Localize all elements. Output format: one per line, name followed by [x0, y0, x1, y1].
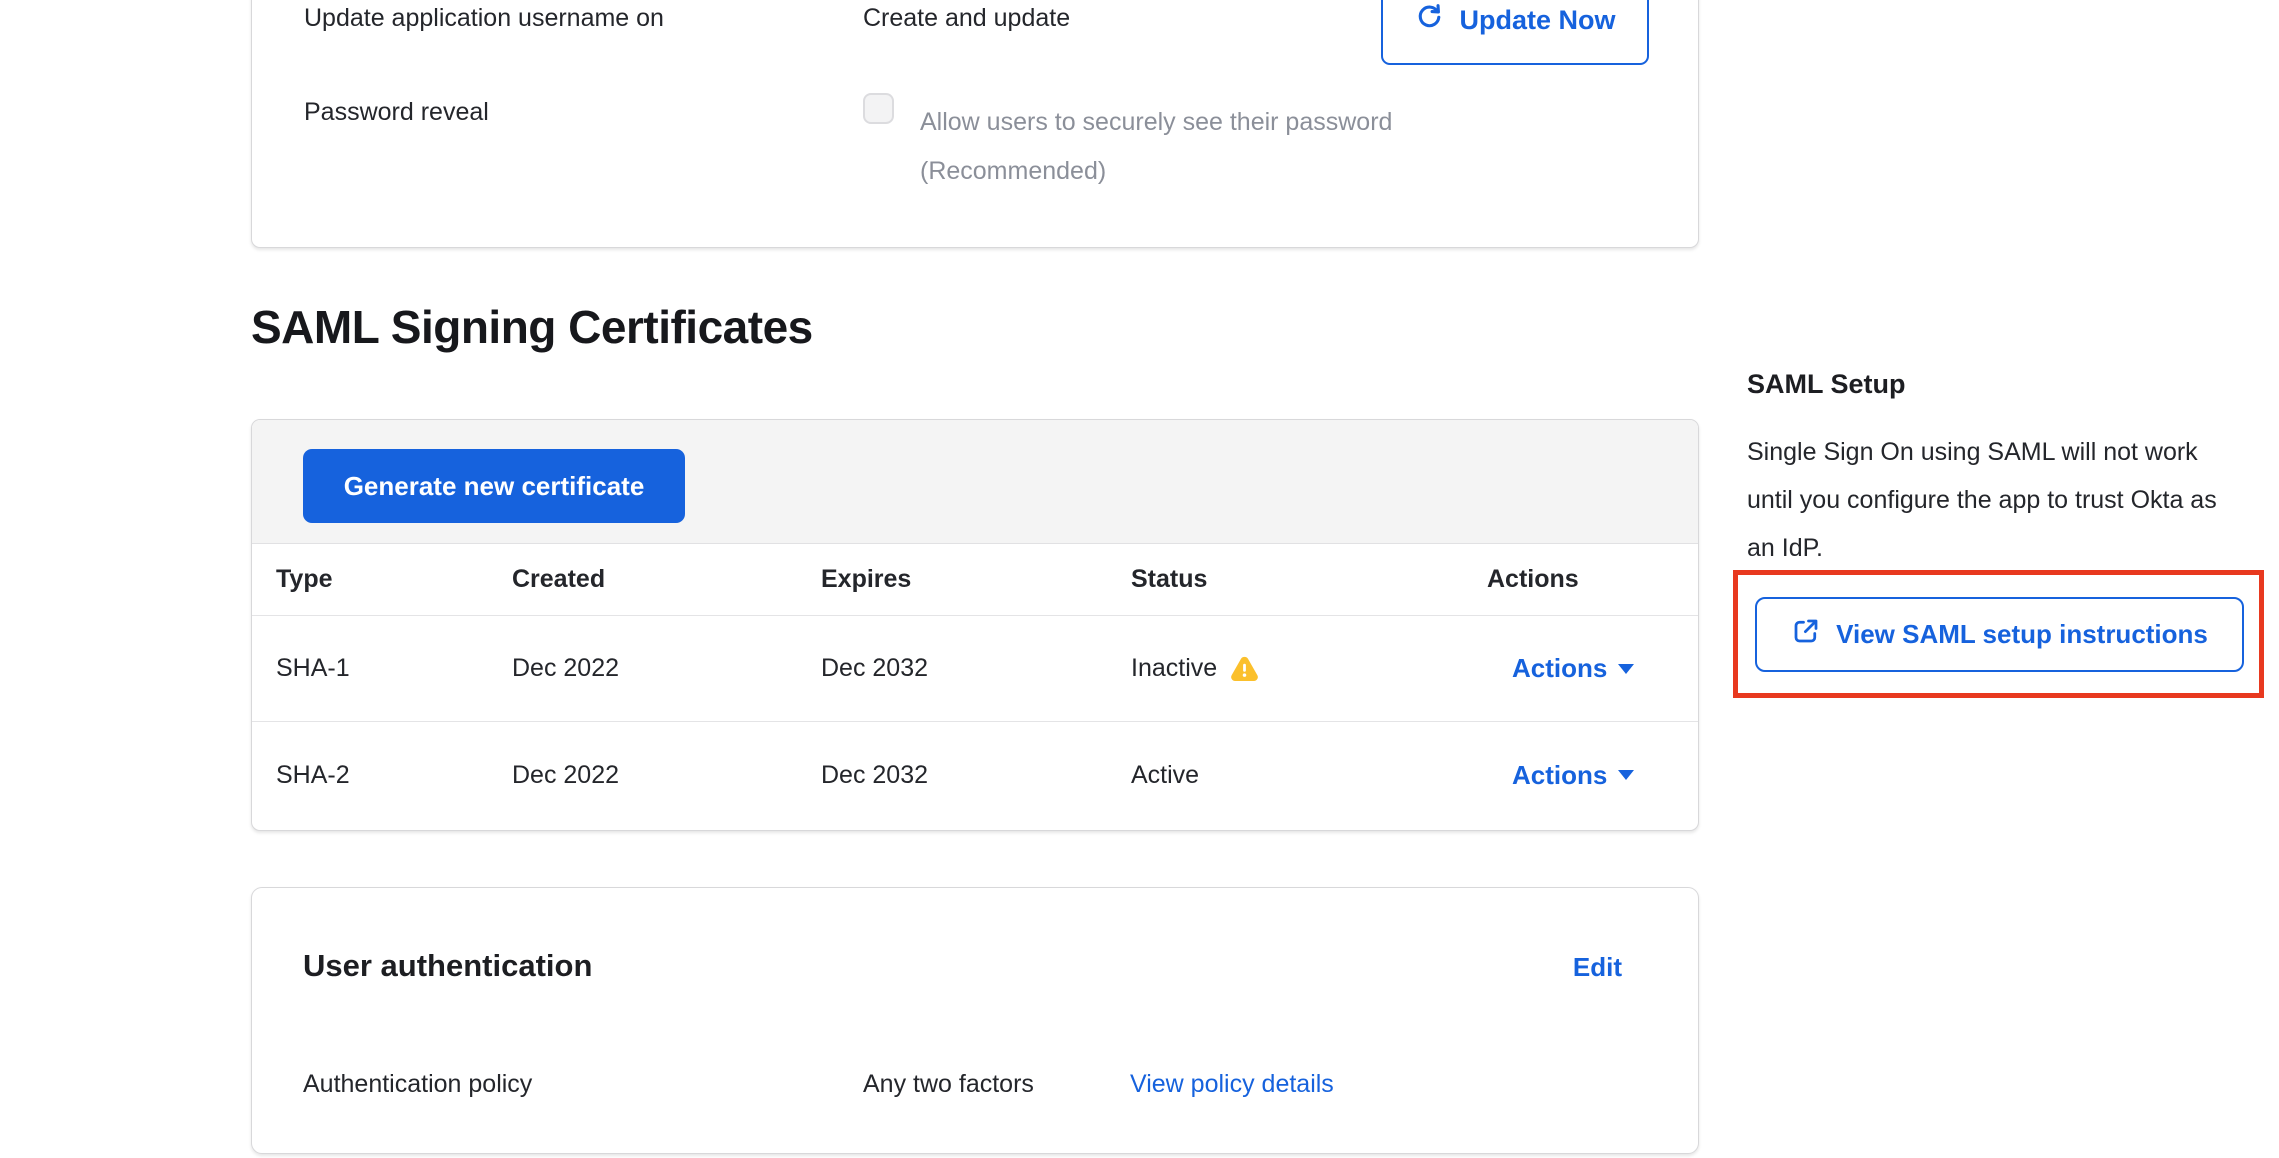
- certificate-row-sha1: SHA-1 Dec 2022 Dec 2032 Inactive Actions: [252, 616, 1698, 722]
- cert-type: SHA-2: [252, 761, 488, 790]
- actions-label: Actions: [1512, 653, 1607, 684]
- username-update-value: Create and update: [863, 4, 1070, 33]
- user-authentication-card: User authentication Edit Authentication …: [251, 887, 1699, 1154]
- user-authentication-heading: User authentication: [303, 948, 592, 984]
- certificates-panel: Generate new certificate Type Created Ex…: [251, 419, 1699, 831]
- actions-label: Actions: [1512, 760, 1607, 791]
- cert-status: Active: [1131, 761, 1199, 790]
- actions-dropdown[interactable]: Actions: [1512, 760, 1634, 791]
- saml-setup-heading: SAML Setup: [1747, 369, 1906, 400]
- password-reveal-checkbox[interactable]: [863, 93, 894, 124]
- external-link-icon: [1791, 616, 1821, 653]
- edit-link[interactable]: Edit: [1573, 952, 1622, 983]
- generate-new-certificate-button[interactable]: Generate new certificate: [303, 449, 685, 523]
- username-update-label: Update application username on: [304, 4, 664, 33]
- authentication-policy-label: Authentication policy: [303, 1070, 532, 1099]
- certificates-toolbar: Generate new certificate: [252, 420, 1698, 544]
- cert-created: Dec 2022: [488, 761, 797, 790]
- view-policy-details-link[interactable]: View policy details: [1130, 1070, 1334, 1099]
- column-header-type: Type: [252, 565, 488, 594]
- authentication-policy-value: Any two factors: [863, 1070, 1034, 1099]
- column-header-expires: Expires: [797, 565, 1107, 594]
- update-now-button[interactable]: Update Now: [1381, 0, 1649, 65]
- saml-signing-certificates-heading: SAML Signing Certificates: [251, 301, 813, 353]
- password-reveal-label: Password reveal: [304, 98, 489, 127]
- cert-status: Inactive: [1131, 654, 1217, 683]
- warning-icon: [1230, 654, 1259, 683]
- update-now-label: Update Now: [1459, 5, 1615, 36]
- chevron-down-icon: [1618, 770, 1634, 780]
- saml-setup-description: Single Sign On using SAML will not work …: [1747, 428, 2239, 572]
- view-saml-setup-instructions-label: View SAML setup instructions: [1836, 619, 2208, 650]
- cert-expires: Dec 2032: [797, 761, 1107, 790]
- actions-dropdown[interactable]: Actions: [1512, 653, 1634, 684]
- certificates-table-header: Type Created Expires Status Actions: [252, 544, 1698, 616]
- refresh-icon: [1414, 1, 1445, 39]
- cert-type: SHA-1: [252, 654, 488, 683]
- red-highlight-annotation: View SAML setup instructions: [1733, 570, 2264, 698]
- okta-app-settings-screen: Update application username on Create an…: [0, 0, 2279, 1158]
- certificate-row-sha2: SHA-2 Dec 2022 Dec 2032 Active Actions: [252, 722, 1698, 828]
- column-header-status: Status: [1107, 565, 1463, 594]
- sign-on-settings-card: Update application username on Create an…: [251, 0, 1699, 248]
- cert-expires: Dec 2032: [797, 654, 1107, 683]
- view-saml-setup-instructions-button[interactable]: View SAML setup instructions: [1755, 597, 2244, 672]
- column-header-created: Created: [488, 565, 797, 594]
- password-reveal-checkbox-label: Allow users to securely see their passwo…: [920, 98, 1485, 196]
- cert-created: Dec 2022: [488, 654, 797, 683]
- column-header-actions: Actions: [1463, 565, 1698, 594]
- chevron-down-icon: [1618, 664, 1634, 674]
